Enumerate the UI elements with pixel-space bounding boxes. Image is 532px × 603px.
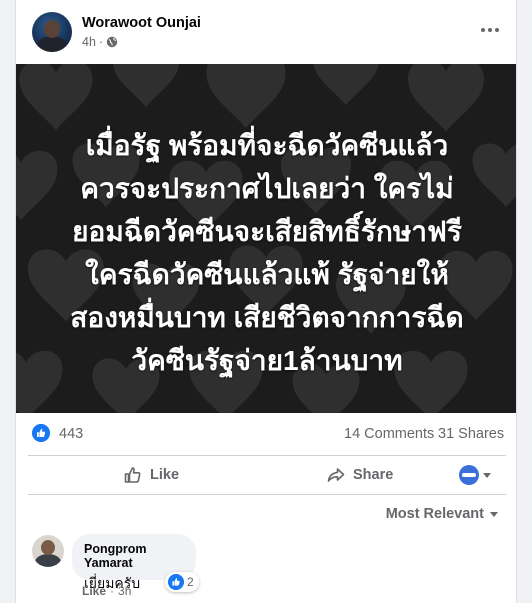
- page-avatar-icon: [459, 465, 479, 485]
- commenter-avatar[interactable]: [32, 535, 64, 567]
- author-avatar[interactable]: [32, 12, 72, 52]
- comment-meta-separator: ·: [110, 584, 115, 598]
- comment-actions: Like · 3h: [82, 584, 131, 598]
- shares-count[interactable]: 31 Shares: [438, 426, 504, 442]
- image-text-line: ใครฉีดวัคซีนแล้วแพ้ รัฐจ่ายให้: [85, 259, 449, 290]
- reaction-count[interactable]: 443: [59, 426, 83, 442]
- image-text-line: ยอมฉีดวัคซีนจะเสียสิทธิ์รักษาฟรี: [72, 216, 462, 247]
- post-header: Worawoot Ounjai 4h ·: [16, 0, 516, 64]
- comment-like-link[interactable]: Like: [82, 584, 106, 598]
- image-text-line: วัคซีนรัฐจ่าย1ล้านบาท: [131, 345, 403, 376]
- post-card: Worawoot Ounjai 4h · เมื่อรัฐ พร้อมที่จะ…: [15, 0, 517, 603]
- thumbs-up-icon: [124, 467, 141, 483]
- share-arrow-icon: [327, 468, 345, 482]
- like-reaction-icon: [168, 574, 184, 590]
- image-text-line: ควรจะประกาศไปเลยว่า ใครไม่: [80, 173, 454, 204]
- chevron-down-icon: [483, 472, 491, 478]
- post-time[interactable]: 4h: [82, 35, 96, 49]
- image-text-line: เมื่อรัฐ พร้อมที่จะฉีดวัคซีนแล้ว: [85, 130, 449, 161]
- post-image[interactable]: เมื่อรัฐ พร้อมที่จะฉีดวัคซีนแล้ว ควรจะปร…: [16, 64, 516, 413]
- meta-separator: ·: [98, 35, 104, 49]
- share-button[interactable]: Share: [326, 456, 393, 494]
- commenter-name[interactable]: Pongprom Yamarat: [84, 542, 184, 570]
- comment-reactions[interactable]: 2: [165, 572, 199, 592]
- chevron-down-icon: [490, 511, 498, 517]
- more-options-button[interactable]: [476, 20, 504, 40]
- post-stats: 443 14 Comments 31 Shares: [16, 413, 516, 455]
- globe-icon: [106, 36, 118, 48]
- post-actions: Like Share: [28, 455, 506, 495]
- comments-count[interactable]: 14 Comments: [344, 426, 434, 442]
- like-label: Like: [150, 467, 180, 483]
- reaction-as-selector[interactable]: [459, 456, 491, 494]
- sort-label: Most Relevant: [385, 506, 484, 522]
- share-label: Share: [353, 467, 394, 483]
- comment-time[interactable]: 3h: [118, 584, 131, 598]
- post-meta: 4h ·: [82, 35, 118, 49]
- comment-reaction-count: 2: [187, 575, 194, 589]
- like-button[interactable]: Like: [123, 456, 179, 494]
- like-reaction-icon[interactable]: [32, 424, 50, 442]
- image-text-line: สองหมื่นบาท เสียชีวิตจากการฉีด: [70, 302, 464, 333]
- author-name[interactable]: Worawoot Ounjai: [82, 15, 201, 31]
- image-text: เมื่อรัฐ พร้อมที่จะฉีดวัคซีนแล้ว ควรจะปร…: [16, 124, 516, 382]
- comment-sort-dropdown[interactable]: Most Relevant: [386, 506, 498, 522]
